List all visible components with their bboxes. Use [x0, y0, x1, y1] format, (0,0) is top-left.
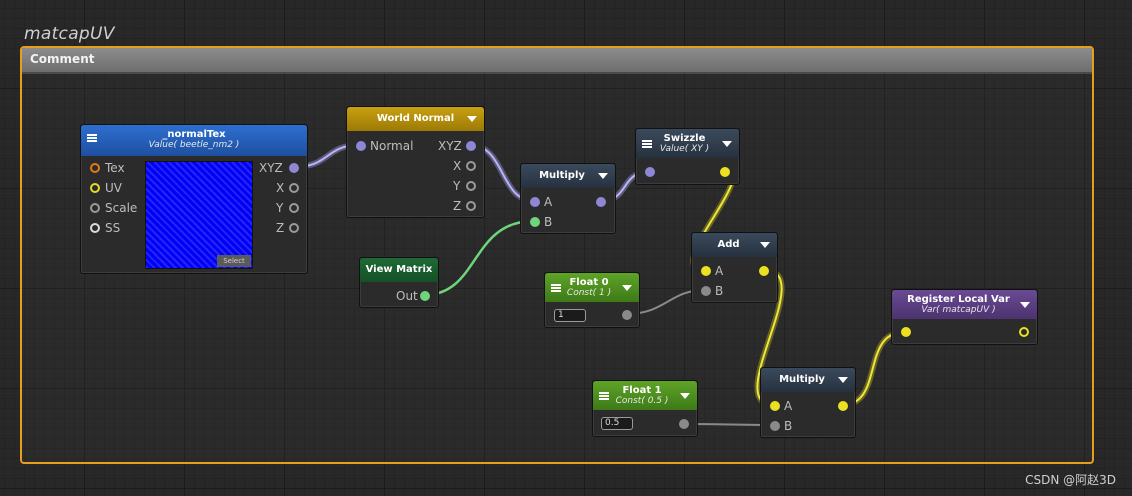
- node-multiply-2[interactable]: Multiply A B: [760, 367, 856, 438]
- node-title: World Normal: [376, 113, 455, 124]
- port-label-out: Out: [396, 289, 418, 303]
- port-label-b: B: [784, 419, 793, 433]
- port-in[interactable]: [901, 327, 911, 337]
- chevron-down-icon[interactable]: [598, 173, 608, 179]
- port-x-out[interactable]: [289, 183, 299, 193]
- wire-viewmatrix-to-multiply: [422, 219, 536, 297]
- port-out[interactable]: [1019, 327, 1029, 337]
- port-xyz-out[interactable]: [289, 163, 299, 173]
- port-label-xyz: XYZ: [438, 139, 462, 153]
- node-float-0-header[interactable]: Float 0 Const( 1 ): [545, 273, 639, 302]
- port-y-out[interactable]: [289, 203, 299, 213]
- node-add[interactable]: Add A B: [691, 232, 778, 303]
- port-uv[interactable]: [90, 183, 100, 193]
- node-swizzle[interactable]: Swizzle Value( XY ): [635, 128, 740, 185]
- chevron-down-icon[interactable]: [467, 116, 477, 122]
- port-b-in[interactable]: [701, 286, 711, 296]
- port-label-a: A: [544, 195, 553, 209]
- node-register-local-var-header[interactable]: Register Local Var Var( matcapUV ): [892, 290, 1037, 319]
- port-out[interactable]: [720, 167, 730, 177]
- node-normal-tex-header[interactable]: _normalTex Value( beetle_nm2 ): [81, 125, 307, 156]
- port-in[interactable]: [645, 167, 655, 177]
- node-title: Register Local Var: [907, 294, 1010, 305]
- port-label-a: A: [784, 399, 793, 413]
- port-normal-in[interactable]: [356, 141, 366, 151]
- port-xyz-out[interactable]: [466, 141, 476, 151]
- menu-icon[interactable]: [599, 392, 609, 400]
- port-scale[interactable]: [90, 203, 100, 213]
- port-a-in[interactable]: [770, 401, 780, 411]
- select-texture-button[interactable]: Select: [217, 255, 251, 267]
- port-out[interactable]: [838, 401, 848, 411]
- node-float-1[interactable]: Float 1 Const( 0.5 ) 0.5: [592, 380, 698, 437]
- node-view-matrix[interactable]: View Matrix Out: [359, 257, 439, 308]
- node-normal-tex[interactable]: _normalTex Value( beetle_nm2 ) Tex UV Sc…: [80, 124, 308, 274]
- port-label-scale: Scale: [105, 201, 138, 215]
- node-swizzle-header[interactable]: Swizzle Value( XY ): [636, 129, 739, 158]
- texture-preview[interactable]: Select: [145, 161, 253, 269]
- port-label-uv: UV: [105, 181, 122, 195]
- port-label-b: B: [544, 215, 553, 229]
- node-add-header[interactable]: Add: [692, 233, 777, 257]
- node-multiply-header[interactable]: Multiply: [521, 164, 615, 188]
- node-world-normal-header[interactable]: World Normal: [347, 107, 484, 131]
- node-world-normal[interactable]: World Normal Normal XYZ X Y Z: [346, 106, 485, 218]
- node-register-local-var[interactable]: Register Local Var Var( matcapUV ): [891, 289, 1038, 345]
- node-title: _normalTex: [162, 129, 226, 140]
- chevron-down-icon[interactable]: [722, 141, 732, 147]
- chevron-down-icon[interactable]: [838, 377, 848, 383]
- port-label-ss: SS: [105, 221, 121, 235]
- port-b-in[interactable]: [770, 421, 780, 431]
- port-out[interactable]: [622, 310, 632, 320]
- port-a-in[interactable]: [530, 197, 540, 207]
- port-out[interactable]: [596, 197, 606, 207]
- port-label-tex: Tex: [105, 161, 125, 175]
- node-subtitle: Value( beetle_nm2 ): [148, 140, 240, 150]
- chevron-down-icon[interactable]: [680, 393, 690, 399]
- port-label-z: Z: [276, 221, 285, 235]
- port-label-x: X: [276, 181, 285, 195]
- port-label-z: Z: [453, 199, 462, 213]
- port-label-xyz: XYZ: [259, 161, 283, 175]
- node-float-0[interactable]: Float 0 Const( 1 ) 1: [544, 272, 640, 328]
- port-out[interactable]: [420, 291, 430, 301]
- menu-icon[interactable]: [642, 140, 652, 148]
- port-label-y: Y: [276, 201, 284, 215]
- port-y-out[interactable]: [466, 181, 476, 191]
- port-z-out[interactable]: [466, 201, 476, 211]
- node-multiply[interactable]: Multiply A B: [520, 163, 616, 234]
- node-float-1-header[interactable]: Float 1 Const( 0.5 ): [593, 381, 697, 410]
- port-x-out[interactable]: [466, 161, 476, 171]
- watermark: CSDN @阿赵3D: [1025, 473, 1116, 487]
- float-value-field[interactable]: 0.5: [601, 417, 633, 430]
- chevron-down-icon[interactable]: [760, 242, 770, 248]
- port-label-b: B: [715, 284, 724, 298]
- node-title: View Matrix: [365, 264, 433, 275]
- port-out[interactable]: [759, 266, 769, 276]
- port-label-normal: Normal: [370, 139, 414, 153]
- port-label-y: Y: [453, 179, 461, 193]
- menu-icon[interactable]: [551, 284, 561, 292]
- port-b-in[interactable]: [530, 217, 540, 227]
- float-value-field[interactable]: 1: [554, 309, 586, 322]
- chevron-down-icon[interactable]: [622, 285, 632, 291]
- node-multiply-2-header[interactable]: Multiply: [761, 368, 855, 392]
- port-z-out[interactable]: [289, 223, 299, 233]
- port-ss[interactable]: [90, 223, 100, 233]
- node-subtitle: Var( matcapUV ): [921, 305, 996, 315]
- port-label-a: A: [715, 264, 724, 278]
- port-label-x: X: [453, 159, 462, 173]
- port-a-in[interactable]: [701, 266, 711, 276]
- port-out[interactable]: [679, 419, 689, 429]
- menu-icon[interactable]: [87, 134, 97, 142]
- chevron-down-icon[interactable]: [1020, 302, 1030, 308]
- node-view-matrix-header[interactable]: View Matrix: [360, 258, 438, 282]
- port-tex[interactable]: [90, 163, 100, 173]
